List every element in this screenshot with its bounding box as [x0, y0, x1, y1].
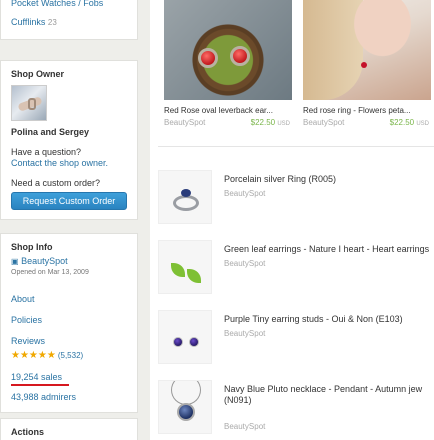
owner-avatar[interactable]: [11, 85, 47, 121]
category-item-pocket-watches[interactable]: Pocket Watches / Fobs: [11, 0, 103, 9]
listing-thumbnail[interactable]: [158, 310, 212, 364]
sales-link[interactable]: 19,254 sales: [11, 372, 62, 382]
sales-underline: [11, 384, 69, 386]
shop-owner-heading: Shop Owner: [11, 69, 65, 79]
product-price: $22.50 USD: [389, 118, 429, 127]
rating-stars[interactable]: ★★★★★ (5,532): [11, 350, 83, 361]
listing-thumbnail[interactable]: [158, 170, 212, 224]
shop-info-heading: Shop Info: [11, 242, 53, 252]
listing-shop[interactable]: BeautySpot: [224, 329, 265, 338]
listing-title[interactable]: Purple Tiny earring studs - Oui & Non (E…: [224, 314, 434, 325]
product-image-red-rose-ring[interactable]: [303, 0, 431, 100]
contact-owner-link[interactable]: Contact the shop owner.: [11, 158, 108, 168]
list-item[interactable]: Green leaf earrings - Nature I heart - H…: [158, 240, 434, 294]
category-label: Cufflinks: [11, 17, 46, 27]
listing-title[interactable]: Green leaf earrings - Nature I heart - H…: [224, 244, 434, 255]
question-label: Have a question?: [11, 147, 82, 157]
product-shop[interactable]: BeautySpot: [164, 118, 205, 127]
policies-link[interactable]: Policies: [11, 315, 42, 325]
actions-card: Actions: [0, 418, 138, 440]
listing-shop[interactable]: BeautySpot: [224, 422, 265, 431]
list-item[interactable]: Navy Blue Pluto necklace - Pendant - Aut…: [158, 380, 434, 434]
reviews-count: (5,532): [57, 351, 84, 360]
shop-owner-card: Shop Owner Polina and Sergey Have a ques…: [0, 60, 138, 220]
reviews-link[interactable]: Reviews: [11, 336, 45, 346]
shop-info-card: Shop Info ▣ BeautySpot Opened on Mar 13,…: [0, 233, 138, 413]
listing-thumbnail[interactable]: [158, 380, 212, 434]
listing-shop[interactable]: BeautySpot: [224, 189, 265, 198]
about-link[interactable]: About: [11, 294, 35, 304]
categories-card: Pocket Watches / Fobs Cufflinks 23: [0, 0, 138, 40]
product-price: $22.50 USD: [250, 118, 290, 127]
listings-area: Red Rose oval leverback ear... BeautySpo…: [150, 0, 434, 440]
product-image-red-rose-earrings[interactable]: [164, 0, 292, 100]
actions-heading: Actions: [11, 427, 45, 437]
custom-order-label: Need a custom order?: [11, 178, 101, 188]
product-shop[interactable]: BeautySpot: [303, 118, 344, 127]
section-divider: [158, 146, 434, 147]
product-title[interactable]: Red Rose oval leverback ear...: [164, 106, 292, 115]
featured-item[interactable]: Red rose ring - Flowers peta... BeautySp…: [303, 0, 431, 134]
listing-title[interactable]: Navy Blue Pluto necklace - Pendant - Aut…: [224, 384, 434, 406]
request-custom-order-button[interactable]: Request Custom Order: [11, 192, 127, 210]
product-title[interactable]: Red rose ring - Flowers peta...: [303, 106, 431, 115]
shop-icon: ▣: [11, 257, 19, 266]
opened-date: Opened on Mar 13, 2009: [11, 269, 89, 276]
featured-item[interactable]: Red Rose oval leverback ear... BeautySpo…: [164, 0, 292, 134]
shop-name: BeautySpot: [21, 256, 68, 266]
list-item[interactable]: Porcelain silver Ring (R005) BeautySpot: [158, 170, 434, 224]
shop-name-link[interactable]: ▣ BeautySpot: [11, 256, 68, 266]
category-count: 23: [47, 18, 57, 27]
listing-title[interactable]: Porcelain silver Ring (R005): [224, 174, 434, 185]
shop-sidebar: Pocket Watches / Fobs Cufflinks 23 Shop …: [0, 0, 138, 440]
listing-thumbnail[interactable]: [158, 240, 212, 294]
star-icons: ★★★★★: [11, 350, 56, 361]
listing-shop[interactable]: BeautySpot: [224, 259, 265, 268]
admirers-link[interactable]: 43,988 admirers: [11, 392, 76, 402]
list-item[interactable]: Purple Tiny earring studs - Oui & Non (E…: [158, 310, 434, 364]
owner-name-link[interactable]: Polina and Sergey: [11, 127, 89, 137]
category-item-cufflinks[interactable]: Cufflinks 23: [11, 17, 57, 27]
